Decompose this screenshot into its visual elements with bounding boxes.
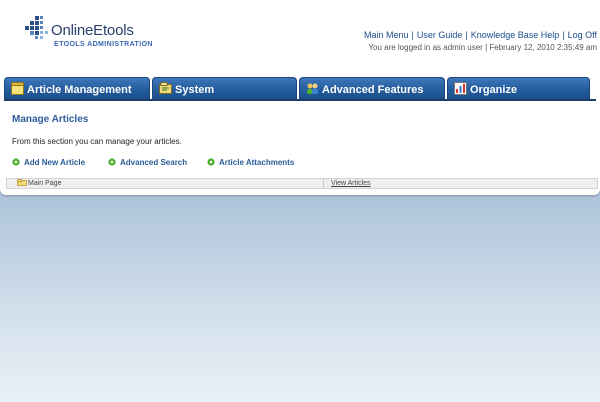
user-guide-link[interactable]: User Guide xyxy=(417,30,463,40)
tab-label: System xyxy=(175,84,215,96)
cell-divider xyxy=(323,179,324,188)
article-attachments-link[interactable]: Article Attachments xyxy=(207,157,294,168)
green-plus-icon xyxy=(12,158,20,166)
tab-system[interactable]: System xyxy=(152,77,297,99)
tab-strip: Article Management System Advanced Featu… xyxy=(4,77,600,100)
logo-subtitle: ETOOLS ADMINISTRATION xyxy=(54,41,153,48)
login-status: You are logged in as admin user | Februa… xyxy=(368,43,597,52)
header-links: Main Menu | User Guide | Knowledge Base Help… xyxy=(364,30,597,40)
green-plus-icon xyxy=(108,158,116,166)
link-separator: | xyxy=(465,30,468,40)
main-page-label: Main Page xyxy=(28,180,62,187)
tab-label: Article Management xyxy=(27,84,132,96)
users-icon xyxy=(307,83,318,94)
link-separator: | xyxy=(562,30,565,40)
main-page-cell[interactable]: Main Page xyxy=(17,179,61,189)
chart-icon xyxy=(454,82,467,95)
tab-underline xyxy=(4,99,596,101)
add-new-article-link[interactable]: Add New Article xyxy=(12,157,85,168)
tab-article-management[interactable]: Article Management xyxy=(4,77,150,99)
folder-icon xyxy=(159,82,172,94)
tab-organize[interactable]: Organize xyxy=(447,77,590,99)
logo-dots-icon xyxy=(25,16,48,39)
knowledge-base-help-link[interactable]: Knowledge Base Help xyxy=(471,30,560,40)
main-panel: OnlineEtools ETOOLS ADMINISTRATION Main … xyxy=(0,0,600,195)
folder-icon xyxy=(17,179,27,186)
page-description: From this section you can manage your ar… xyxy=(12,137,182,146)
notepad-icon xyxy=(11,82,24,95)
action-label: Advanced Search xyxy=(120,158,188,167)
log-off-link[interactable]: Log Off xyxy=(568,30,597,40)
advanced-search-link[interactable]: Advanced Search xyxy=(108,157,187,168)
tab-label: Organize xyxy=(470,84,518,96)
main-menu-link[interactable]: Main Menu xyxy=(364,30,409,40)
view-articles-link[interactable]: View Articles xyxy=(331,179,371,189)
action-label: Add New Article xyxy=(24,158,86,167)
green-plus-icon xyxy=(207,158,215,166)
table-row: Main Page View Articles xyxy=(6,178,598,189)
logo-title: OnlineEtools xyxy=(51,22,134,39)
page-title: Manage Articles xyxy=(12,114,89,125)
logo[interactable]: OnlineEtools ETOOLS ADMINISTRATION xyxy=(24,14,154,54)
tab-advanced-features[interactable]: Advanced Features xyxy=(299,77,445,99)
link-separator: | xyxy=(411,30,414,40)
action-label: Article Attachments xyxy=(219,158,295,167)
tab-label: Advanced Features xyxy=(322,84,424,96)
